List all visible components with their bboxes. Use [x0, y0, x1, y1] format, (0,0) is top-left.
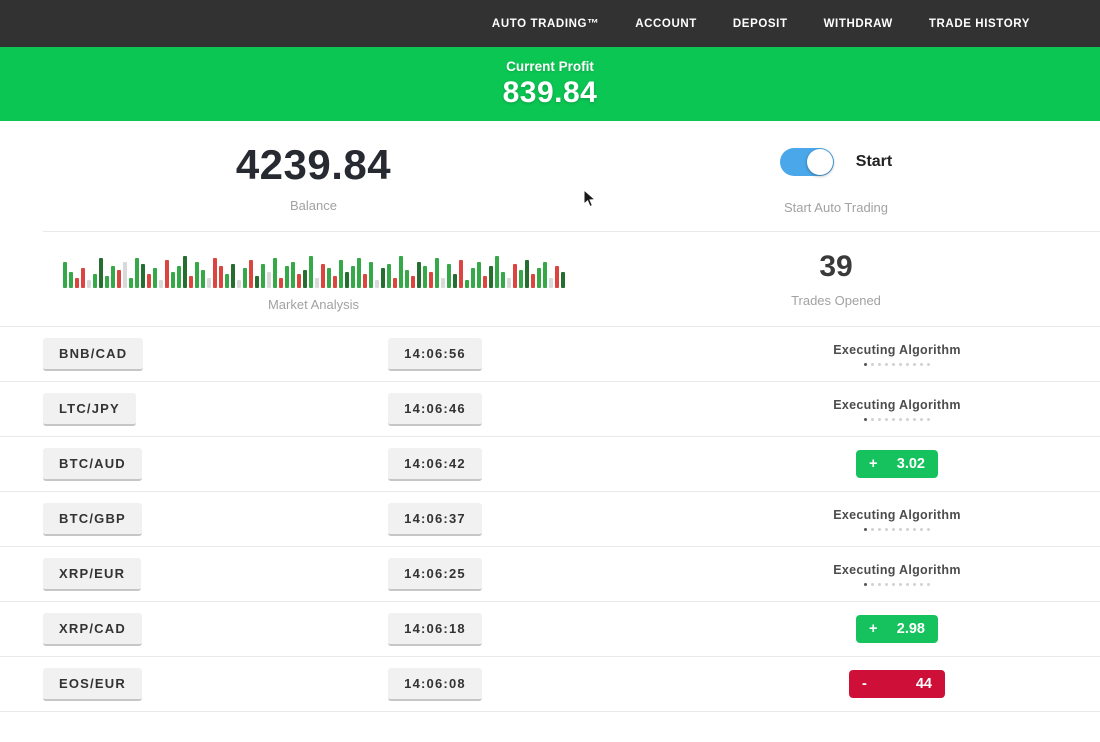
table-row: EOS/EUR 14:06:08 -44	[0, 656, 1100, 711]
table-row: LTC/JPY 14:06:46 Executing Algorithm	[0, 381, 1100, 436]
loss-badge: -44	[849, 670, 945, 698]
nav-menu: AUTO TRADING™ ACCOUNT DEPOSIT WITHDRAW TRADE…	[492, 18, 1030, 30]
market-trades-row: Market Analysis 39 Trades Opened	[0, 232, 1100, 326]
profit-badge: +2.98	[856, 615, 938, 643]
progress-dots	[833, 418, 960, 421]
executing-label: Executing Algorithm	[833, 343, 960, 357]
market-analysis-block: Market Analysis	[0, 232, 627, 326]
pair-chip[interactable]: XRP/CAD	[43, 613, 142, 646]
trade-status: Executing Algorithm	[833, 508, 960, 531]
profit-badge: +3.02	[856, 450, 938, 478]
balance-value: 4239.84	[236, 141, 391, 189]
time-chip: 14:06:25	[388, 558, 482, 591]
auto-trading-label: Start Auto Trading	[784, 200, 888, 215]
balance-label: Balance	[290, 198, 337, 213]
table-row: XRP/CAD 14:06:18 +2.98	[0, 601, 1100, 656]
table-row: XRP/EUR 14:06:25 Executing Algorithm	[0, 546, 1100, 601]
progress-dots	[833, 583, 960, 586]
auto-trading-toggle[interactable]	[780, 148, 834, 176]
pair-chip[interactable]: XRP/EUR	[43, 558, 141, 591]
trade-status: +3.02	[856, 450, 938, 478]
current-profit-label: Current Profit	[0, 59, 1100, 74]
market-analysis-label: Market Analysis	[268, 297, 359, 312]
trades-list: BNB/CAD 14:06:56 Executing Algorithm LTC…	[0, 326, 1100, 712]
trade-status: Executing Algorithm	[833, 563, 960, 586]
trade-status: Executing Algorithm	[833, 398, 960, 421]
executing-label: Executing Algorithm	[833, 563, 960, 577]
toggle-start-label: Start	[856, 153, 892, 171]
pair-chip[interactable]: BNB/CAD	[43, 338, 143, 371]
progress-dots	[833, 363, 960, 366]
nav-item[interactable]: AUTO TRADING™	[492, 18, 599, 30]
time-chip: 14:06:37	[388, 503, 482, 536]
time-chip: 14:06:56	[388, 338, 482, 371]
trades-opened-value: 39	[819, 250, 852, 284]
toggle-knob-icon	[807, 149, 833, 175]
trades-opened-label: Trades Opened	[791, 293, 881, 308]
current-profit-value: 839.84	[0, 76, 1100, 110]
nav-item[interactable]: ACCOUNT	[635, 18, 697, 30]
balance-toggle-row: 4239.84 Balance Start Start Auto Trading	[0, 121, 1100, 231]
nav-item[interactable]: DEPOSIT	[733, 18, 788, 30]
table-row: BNB/CAD 14:06:56 Executing Algorithm	[0, 326, 1100, 381]
progress-dots	[833, 528, 960, 531]
table-row: BTC/AUD 14:06:42 +3.02	[0, 436, 1100, 491]
table-row: BTC/GBP 14:06:37 Executing Algorithm	[0, 491, 1100, 546]
pair-chip[interactable]: BTC/AUD	[43, 448, 142, 481]
trade-status: Executing Algorithm	[833, 343, 960, 366]
auto-trading-page: AUTO TRADING™ ACCOUNT DEPOSIT WITHDRAW TRADE…	[0, 0, 1100, 742]
executing-label: Executing Algorithm	[833, 508, 960, 522]
executing-label: Executing Algorithm	[833, 398, 960, 412]
time-chip: 14:06:42	[388, 448, 482, 481]
pair-chip[interactable]: LTC/JPY	[43, 393, 136, 426]
pair-chip[interactable]: BTC/GBP	[43, 503, 142, 536]
time-chip: 14:06:08	[388, 668, 482, 701]
auto-trading-block: Start Start Auto Trading	[627, 121, 1100, 231]
trade-status: -44	[849, 670, 945, 698]
current-profit-banner: Current Profit 839.84	[0, 47, 1100, 121]
top-navbar: AUTO TRADING™ ACCOUNT DEPOSIT WITHDRAW TRADE…	[0, 0, 1100, 47]
nav-item[interactable]: WITHDRAW	[824, 18, 893, 30]
pair-chip[interactable]: EOS/EUR	[43, 668, 142, 701]
time-chip: 14:06:18	[388, 613, 482, 646]
balance-block: 4239.84 Balance	[0, 121, 627, 231]
trade-status: +2.98	[856, 615, 938, 643]
trades-opened-block: 39 Trades Opened	[627, 232, 1100, 326]
nav-item[interactable]: TRADE HISTORY	[929, 18, 1030, 30]
time-chip: 14:06:46	[388, 393, 482, 426]
market-analysis-chart	[63, 250, 565, 288]
